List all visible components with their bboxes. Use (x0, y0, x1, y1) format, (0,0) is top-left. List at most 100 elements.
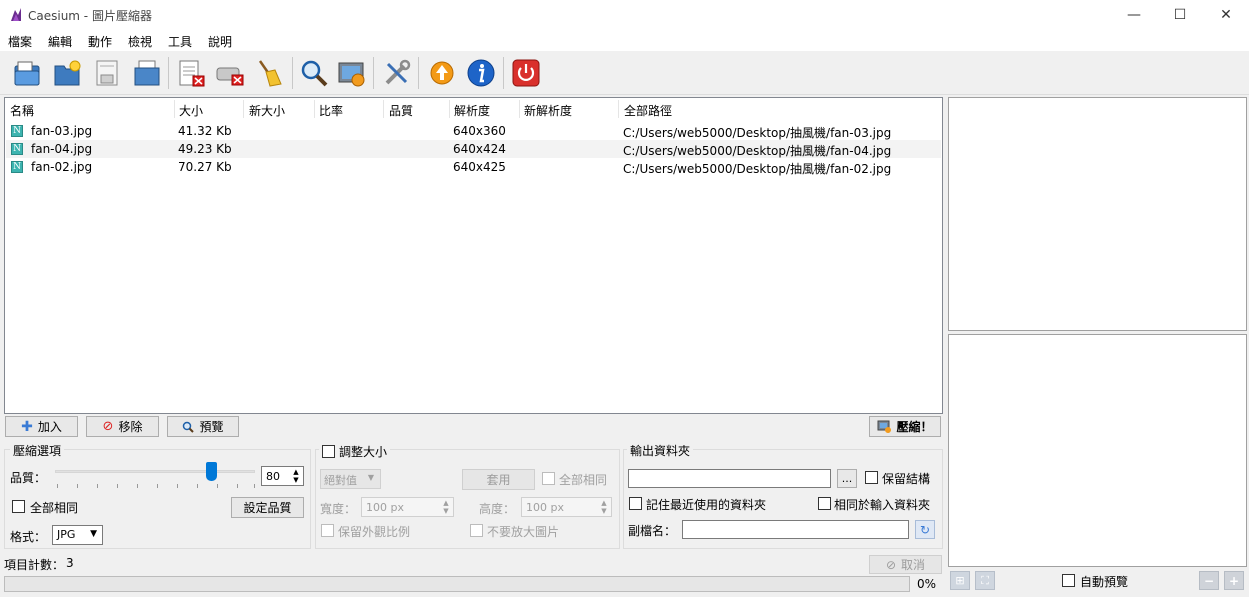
magnifier-icon (301, 60, 328, 87)
column-header-size[interactable]: 大小 (179, 102, 203, 119)
magnifier-icon (183, 421, 195, 433)
add-folder-button[interactable] (51, 55, 83, 91)
resize-same-all-label: 全部相同 (559, 473, 608, 487)
apply-button[interactable]: 套用 (462, 469, 535, 490)
maximize-button[interactable]: ☐ (1157, 0, 1203, 30)
menu-view[interactable]: 檢視 (128, 33, 152, 50)
column-header-new-resolution[interactable]: 新解析度 (524, 102, 572, 119)
slider-tick (117, 484, 118, 488)
refresh-icon: ↻ (919, 522, 931, 537)
compression-options-title: 壓縮選項 (10, 442, 65, 459)
set-quality-button[interactable]: 設定品質 (231, 497, 304, 518)
save-list-button[interactable] (91, 55, 123, 91)
same-as-input-checkbox[interactable] (818, 497, 831, 510)
column-header-new-size[interactable]: 新大小 (249, 102, 285, 119)
remove-item-icon (179, 60, 205, 87)
menu-tools[interactable]: 工具 (168, 33, 192, 50)
same-quality-all-checkbox[interactable] (12, 500, 25, 513)
height-value: 100 px (526, 500, 564, 514)
browse-button[interactable]: ... (837, 469, 857, 488)
info-button[interactable] (465, 55, 497, 91)
table-row[interactable]: N fan-02.jpg 70.27 Kb 640x425 C:/Users/w… (6, 158, 941, 176)
picture-settings-icon (338, 62, 365, 87)
remove-all-icon (216, 67, 244, 86)
close-icon: ✕ (1220, 7, 1232, 23)
column-header-name[interactable]: 名稱 (10, 102, 34, 119)
reset-suffix-button[interactable]: ↻ (915, 520, 935, 539)
column-header-full-path[interactable]: 全部路徑 (624, 102, 672, 119)
remove-item-button[interactable] (175, 55, 207, 91)
height-spinbox[interactable]: 100 px ▲ ▼ (521, 497, 612, 517)
spin-arrows[interactable]: ▲ ▼ (440, 499, 452, 515)
fullscreen-button[interactable]: ⛶ (975, 571, 995, 590)
cancel-button[interactable]: ⊘ 取消 (869, 555, 942, 574)
compress-icon (877, 420, 892, 433)
column-divider (383, 100, 384, 118)
add-pictures-button[interactable] (11, 55, 43, 91)
exit-button[interactable] (510, 55, 542, 91)
spin-arrows[interactable]: ▲ ▼ (598, 499, 610, 515)
output-folder-input[interactable] (628, 469, 831, 488)
close-window-button[interactable]: ✕ (1203, 0, 1249, 30)
remove-button[interactable]: ⊘ 移除 (86, 416, 159, 437)
set-quality-label: 設定品質 (243, 501, 292, 515)
height-label: 高度： (479, 502, 516, 516)
resize-checkbox[interactable] (322, 445, 335, 458)
remember-folder-checkbox[interactable] (629, 497, 642, 510)
browse-label: ... (841, 472, 853, 485)
preview-button[interactable]: 預覽 (167, 416, 239, 437)
width-spinbox[interactable]: 100 px ▲ ▼ (361, 497, 454, 517)
update-button[interactable] (426, 55, 458, 91)
slider-tick (157, 484, 158, 488)
cell-full-path: C:/Users/web5000/Desktop/抽風機/fan-02.jpg (623, 162, 892, 176)
keep-structure-checkbox[interactable] (865, 471, 878, 484)
chevron-down-icon: ▼ (367, 473, 374, 482)
table-row[interactable]: N fan-03.jpg 41.32 Kb 640x360 C:/Users/w… (6, 122, 941, 140)
minimize-button[interactable]: — (1111, 0, 1157, 30)
cell-name: fan-04.jpg (31, 142, 93, 156)
menu-help[interactable]: 說明 (208, 33, 232, 50)
preview-image-button[interactable] (336, 55, 368, 91)
slider-tick (97, 484, 98, 488)
cell-resolution: 640x424 (453, 142, 506, 156)
resize-mode-select[interactable]: 絕對值 ▼ (320, 469, 381, 489)
settings-button[interactable] (381, 55, 413, 91)
fit-view-button[interactable]: ⊞ (950, 571, 970, 590)
column-header-ratio[interactable]: 比率 (319, 102, 343, 119)
keep-ratio-checkbox[interactable] (321, 524, 334, 537)
zoom-out-button[interactable]: − (1199, 571, 1219, 590)
suffix-input[interactable] (682, 520, 909, 539)
clear-list-button[interactable] (253, 55, 285, 91)
search-button[interactable] (298, 55, 330, 91)
open-list-button[interactable] (131, 55, 163, 91)
menu-edit[interactable]: 編輯 (48, 33, 72, 50)
menu-action[interactable]: 動作 (88, 33, 112, 50)
table-row[interactable]: N fan-04.jpg 49.23 Kb 640x424 C:/Users/w… (6, 140, 941, 158)
zoom-in-button[interactable]: + (1224, 571, 1244, 590)
format-select[interactable]: JPG ▼ (52, 525, 103, 545)
spin-down-icon: ▼ (601, 507, 607, 515)
quality-slider-track[interactable] (55, 470, 255, 473)
add-pictures-icon (14, 61, 40, 86)
no-enlarge-checkbox[interactable] (470, 524, 483, 537)
resize-same-all-checkbox[interactable] (542, 472, 555, 485)
column-divider (174, 100, 175, 118)
menu-file[interactable]: 檔案 (8, 33, 32, 50)
auto-preview-checkbox[interactable] (1062, 574, 1075, 587)
add-button[interactable]: ✚ 加入 (5, 416, 78, 437)
file-list[interactable]: 名稱 大小 新大小 比率 品質 解析度 新解析度 全部路徑 N fan-03.j… (4, 97, 943, 414)
column-header-quality[interactable]: 品質 (389, 102, 413, 119)
compressed-preview-panel (948, 334, 1247, 567)
toolbar-separator (373, 57, 374, 89)
quality-value: 80 (266, 469, 280, 483)
remove-all-button[interactable] (214, 55, 246, 91)
quality-spinbox[interactable]: 80 ▲ ▼ (261, 466, 304, 486)
compress-button[interactable]: 壓縮！ (869, 416, 941, 437)
width-label: 寬度： (320, 502, 357, 516)
quality-slider-thumb[interactable] (205, 462, 217, 481)
toolbar-separator (292, 57, 293, 89)
column-header-resolution[interactable]: 解析度 (454, 102, 490, 119)
resize-mode-value: 絕對值 (324, 474, 357, 487)
power-icon (512, 59, 540, 87)
spin-arrows[interactable]: ▲ ▼ (290, 468, 302, 484)
